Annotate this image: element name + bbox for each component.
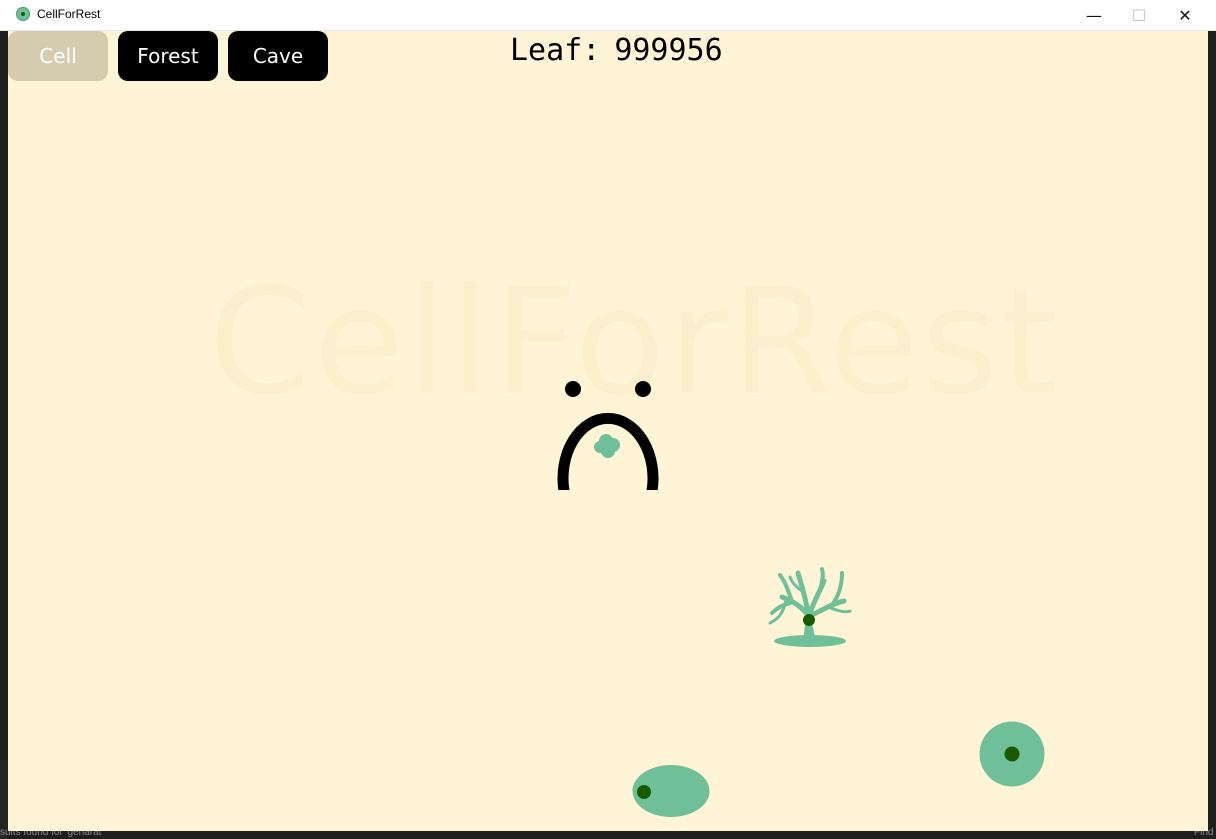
player-core (594, 434, 620, 458)
oval-cell[interactable] (632, 764, 710, 818)
close-icon[interactable]: ✕ (1162, 0, 1208, 30)
app-window: CellForRest — ☐ ✕ sults found for 'genar… (0, 0, 1216, 839)
game-canvas[interactable]: CellForRest Cell Forest Cave Leaf: 999956 (8, 31, 1208, 831)
leaf-counter: Leaf: 999956 (510, 33, 723, 68)
app-icon (16, 7, 30, 21)
maximize-icon[interactable]: ☐ (1116, 0, 1162, 30)
cell-mode-button[interactable]: Cell (8, 31, 108, 81)
oval-cell-nucleus (637, 785, 651, 799)
player-right-ear (635, 381, 651, 397)
window-title: CellForRest (37, 7, 101, 21)
coral-cell[interactable] (768, 567, 853, 649)
title-bar: CellForRest — ☐ ✕ (0, 0, 1216, 31)
minimize-icon[interactable]: — (1071, 0, 1117, 30)
leaf-label: Leaf: (510, 33, 601, 68)
leaf-value: 999956 (614, 33, 723, 68)
coral-nucleus (803, 614, 815, 626)
player-left-ear (565, 381, 581, 397)
cave-mode-button[interactable]: Cave (228, 31, 328, 81)
round-cell-nucleus (1004, 746, 1020, 762)
player-creature[interactable] (548, 376, 668, 500)
round-cell[interactable] (979, 721, 1045, 787)
forest-mode-button[interactable]: Forest (118, 31, 218, 81)
